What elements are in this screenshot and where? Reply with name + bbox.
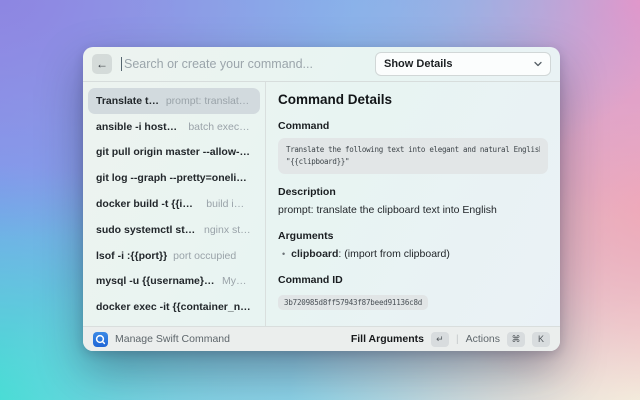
list-item[interactable]: docker build -t {{image... build image <box>88 191 260 217</box>
list-item[interactable]: lsof -i :{{port}} port occupied <box>88 243 260 269</box>
command-hint: nginx status <box>204 224 252 236</box>
argument-name: clipboard <box>291 248 338 260</box>
list-item[interactable]: sudo systemctl status... nginx status <box>88 217 260 243</box>
manage-app-label[interactable]: Manage Swift Command <box>115 333 230 345</box>
search-field-wrap <box>121 57 366 71</box>
list-item[interactable]: git log --graph --pretty=oneline --ab... <box>88 165 260 191</box>
actions-button[interactable]: Actions <box>466 333 500 345</box>
command-list: Translate the... prompt: translate th... a… <box>83 82 266 326</box>
search-input[interactable] <box>122 57 366 71</box>
command-title: sudo systemctl status... <box>96 224 198 236</box>
list-item[interactable]: git pull origin master --allow-unrelat..… <box>88 140 260 166</box>
list-item[interactable]: docker exec -it {{container_name}}... <box>88 294 260 320</box>
command-hint: batch execution <box>188 121 252 133</box>
command-title: docker build -t {{image... <box>96 198 200 210</box>
argument-text: clipboard: (import from clipboard) <box>291 248 450 260</box>
command-code-line: "{{clipboard}}" <box>286 156 540 168</box>
description-section-label: Description <box>278 186 548 198</box>
list-item[interactable]: ansible -i hosts all... batch execution <box>88 114 260 140</box>
command-title: lsof -i :{{port}} <box>96 250 167 262</box>
k-key-badge: K <box>532 332 550 347</box>
command-id-section-label: Command ID <box>278 274 548 286</box>
footer-divider: | <box>456 334 459 345</box>
command-id-value: 3b720985d8ff57943f87beed91136c8d <box>278 295 428 310</box>
arrow-left-icon: ← <box>96 57 108 71</box>
app-logo-icon <box>93 332 108 347</box>
arguments-section-label: Arguments <box>278 230 548 242</box>
top-bar: ← Show Details <box>83 47 560 81</box>
command-key-badge: ⌘ <box>507 332 525 347</box>
swift-command-window: ← Show Details Translate the... prompt: t… <box>83 47 560 351</box>
command-title: git pull origin master --allow-unrelat..… <box>96 146 252 158</box>
details-title: Command Details <box>278 92 548 107</box>
enter-key-badge: ↵ <box>431 332 449 347</box>
argument-item: • clipboard: (import from clipboard) <box>278 248 548 260</box>
show-details-dropdown[interactable]: Show Details <box>375 52 551 76</box>
command-hint: prompt: translate th... <box>166 95 252 107</box>
argument-description: : (import from clipboard) <box>338 248 449 260</box>
command-code-block: Translate the following text into elegan… <box>278 138 548 174</box>
command-title: mysql -u {{username}} -p -... <box>96 275 216 287</box>
command-hint: build image <box>206 198 252 210</box>
main-content: Translate the... prompt: translate th... a… <box>83 82 560 326</box>
chevron-down-icon <box>534 61 542 67</box>
command-details-panel: Command Details Command Translate the fo… <box>266 82 560 326</box>
command-hint: MySQL <box>222 275 252 287</box>
description-text: prompt: translate the clipboard text int… <box>278 204 548 216</box>
back-button[interactable]: ← <box>92 54 112 74</box>
bullet-icon: • <box>282 249 285 259</box>
command-title: docker exec -it {{container_name}}... <box>96 301 252 313</box>
command-title: ansible -i hosts all... <box>96 121 182 133</box>
command-title: git log --graph --pretty=oneline --ab... <box>96 172 252 184</box>
command-section-label: Command <box>278 120 548 132</box>
command-hint: port occupied <box>173 250 236 262</box>
fill-arguments-button[interactable]: Fill Arguments <box>351 333 424 345</box>
show-details-label: Show Details <box>384 58 452 70</box>
command-code-line: Translate the following text into elegan… <box>286 144 540 156</box>
command-title: Translate the... <box>96 95 160 107</box>
list-item[interactable]: Translate the... prompt: translate th... <box>88 88 260 114</box>
footer-bar: Manage Swift Command Fill Arguments ↵ | … <box>83 326 560 351</box>
list-item[interactable]: mysql -u {{username}} -p -... MySQL <box>88 269 260 295</box>
